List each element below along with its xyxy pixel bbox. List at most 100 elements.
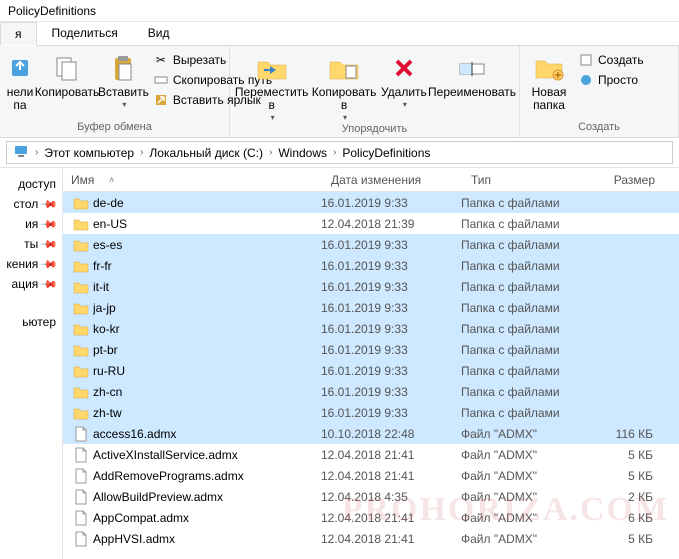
file-date: 16.01.2019 9:33	[321, 406, 461, 420]
file-type: Папка с файлами	[461, 217, 591, 231]
file-name: de-de	[93, 196, 321, 210]
file-list: Имя ˄ Дата изменения Тип Размер de-de16.…	[63, 168, 679, 559]
column-headers: Имя ˄ Дата изменения Тип Размер	[63, 168, 679, 192]
file-name: fr-fr	[93, 259, 321, 273]
file-row[interactable]: AppHVSI.admx12.04.2018 21:41Файл "ADMX"5…	[63, 528, 679, 549]
crumb-2[interactable]: Windows	[274, 146, 331, 160]
col-date[interactable]: Дата изменения	[323, 173, 463, 187]
file-row[interactable]: access16.admx10.10.2018 22:48Файл "ADMX"…	[63, 423, 679, 444]
file-type: Файл "ADMX"	[461, 427, 591, 441]
file-date: 16.01.2019 9:33	[321, 322, 461, 336]
pin-quickaccess-button[interactable]: нели па	[4, 48, 36, 112]
col-type[interactable]: Тип	[463, 173, 593, 187]
tab-home[interactable]: я	[0, 22, 37, 46]
file-date: 16.01.2019 9:33	[321, 343, 461, 357]
ribbon-tabs: я Поделиться Вид	[0, 22, 679, 46]
file-type: Папка с файлами	[461, 301, 591, 315]
crumb-3[interactable]: PolicyDefinitions	[338, 146, 434, 160]
file-date: 12.04.2018 21:41	[321, 532, 461, 546]
folder-icon	[73, 300, 89, 316]
file-icon	[73, 531, 89, 547]
easy-access-button[interactable]: Просто	[574, 70, 648, 90]
sidebar-item[interactable]: стол📌	[0, 194, 62, 214]
file-type: Папка с файлами	[461, 322, 591, 336]
file-date: 16.01.2019 9:33	[321, 280, 461, 294]
file-icon	[73, 426, 89, 442]
file-name: en-US	[93, 217, 321, 231]
crumb-1[interactable]: Локальный диск (C:)	[145, 146, 267, 160]
file-row[interactable]: AllowBuildPreview.admx12.04.2018 4:35Фай…	[63, 486, 679, 507]
file-date: 12.04.2018 21:39	[321, 217, 461, 231]
new-folder-icon	[533, 52, 565, 84]
breadcrumb[interactable]: › Этот компьютер › Локальный диск (C:) ›…	[6, 141, 673, 164]
easy-icon	[578, 72, 594, 88]
file-name: AppCompat.admx	[93, 511, 321, 525]
file-type: Папка с файлами	[461, 280, 591, 294]
folder-icon	[73, 405, 89, 421]
file-row[interactable]: AppCompat.admx12.04.2018 21:41Файл "ADMX…	[63, 507, 679, 528]
file-date: 16.01.2019 9:33	[321, 301, 461, 315]
tab-share[interactable]: Поделиться	[37, 21, 133, 45]
sidebar-item[interactable]: ация📌	[0, 274, 62, 294]
file-type: Папка с файлами	[461, 385, 591, 399]
this-pc-label[interactable]: ьютер	[0, 312, 62, 332]
file-row[interactable]: ActiveXInstallService.admx12.04.2018 21:…	[63, 444, 679, 465]
file-date: 16.01.2019 9:33	[321, 364, 461, 378]
new-item-button[interactable]: Создать	[574, 50, 648, 70]
folder-row[interactable]: pt-br16.01.2019 9:33Папка с файлами	[63, 339, 679, 360]
file-date: 10.10.2018 22:48	[321, 427, 461, 441]
new-folder-button[interactable]: Новая папка	[524, 48, 574, 112]
delete-button[interactable]: Удалить▾	[379, 48, 429, 110]
copy-button[interactable]: Копировать	[36, 48, 98, 99]
pin-icon: 📌	[40, 275, 59, 294]
file-size: 5 КБ	[591, 448, 661, 462]
new-item-icon	[578, 52, 594, 68]
file-name: AllowBuildPreview.admx	[93, 490, 321, 504]
pin-icon: 📌	[40, 235, 59, 254]
create-group-label: Создать	[524, 121, 674, 135]
folder-row[interactable]: fr-fr16.01.2019 9:33Папка с файлами	[63, 255, 679, 276]
sort-asc-icon: ˄	[109, 175, 114, 185]
folder-row[interactable]: ko-kr16.01.2019 9:33Папка с файлами	[63, 318, 679, 339]
folder-row[interactable]: zh-tw16.01.2019 9:33Папка с файлами	[63, 402, 679, 423]
file-date: 12.04.2018 21:41	[321, 448, 461, 462]
col-name[interactable]: Имя ˄	[63, 173, 323, 187]
file-date: 12.04.2018 4:35	[321, 490, 461, 504]
folder-row[interactable]: ru-RU16.01.2019 9:33Папка с файлами	[63, 360, 679, 381]
file-type: Папка с файлами	[461, 406, 591, 420]
file-name: ko-kr	[93, 322, 321, 336]
file-date: 16.01.2019 9:33	[321, 238, 461, 252]
folder-icon	[73, 258, 89, 274]
crumb-0[interactable]: Этот компьютер	[40, 146, 138, 160]
folder-row[interactable]: it-it16.01.2019 9:33Папка с файлами	[63, 276, 679, 297]
quick-access-label[interactable]: доступ	[0, 174, 62, 194]
tab-view[interactable]: Вид	[133, 21, 185, 45]
file-name: ru-RU	[93, 364, 321, 378]
file-size: 5 КБ	[591, 469, 661, 483]
file-type: Папка с файлами	[461, 196, 591, 210]
chevron-right-icon[interactable]: ›	[331, 147, 338, 158]
move-to-button[interactable]: Переместить в▾	[234, 48, 309, 123]
folder-row[interactable]: es-es16.01.2019 9:33Папка с файлами	[63, 234, 679, 255]
file-row[interactable]: AddRemovePrograms.admx12.04.2018 21:41Фа…	[63, 465, 679, 486]
chevron-right-icon[interactable]: ›	[33, 147, 40, 158]
chevron-right-icon[interactable]: ›	[138, 147, 145, 158]
file-date: 16.01.2019 9:33	[321, 259, 461, 273]
rename-button[interactable]: Переименовать	[429, 48, 515, 99]
sidebar-item[interactable]: кения📌	[0, 254, 62, 274]
col-size[interactable]: Размер	[593, 173, 663, 187]
folder-row[interactable]: en-US12.04.2018 21:39Папка с файлами	[63, 213, 679, 234]
file-name: it-it	[93, 280, 321, 294]
sidebar-item[interactable]: ты📌	[0, 234, 62, 254]
chevron-right-icon[interactable]: ›	[267, 147, 274, 158]
file-icon	[73, 447, 89, 463]
folder-row[interactable]: zh-cn16.01.2019 9:33Папка с файлами	[63, 381, 679, 402]
folder-row[interactable]: ja-jp16.01.2019 9:33Папка с файлами	[63, 297, 679, 318]
file-date: 16.01.2019 9:33	[321, 385, 461, 399]
file-size: 2 КБ	[591, 490, 661, 504]
copy-to-button[interactable]: Копировать в▾	[309, 48, 379, 123]
file-date: 12.04.2018 21:41	[321, 469, 461, 483]
paste-button[interactable]: Вставить▾	[98, 48, 149, 110]
sidebar-item[interactable]: ия📌	[0, 214, 62, 234]
folder-row[interactable]: de-de16.01.2019 9:33Папка с файлами	[63, 192, 679, 213]
